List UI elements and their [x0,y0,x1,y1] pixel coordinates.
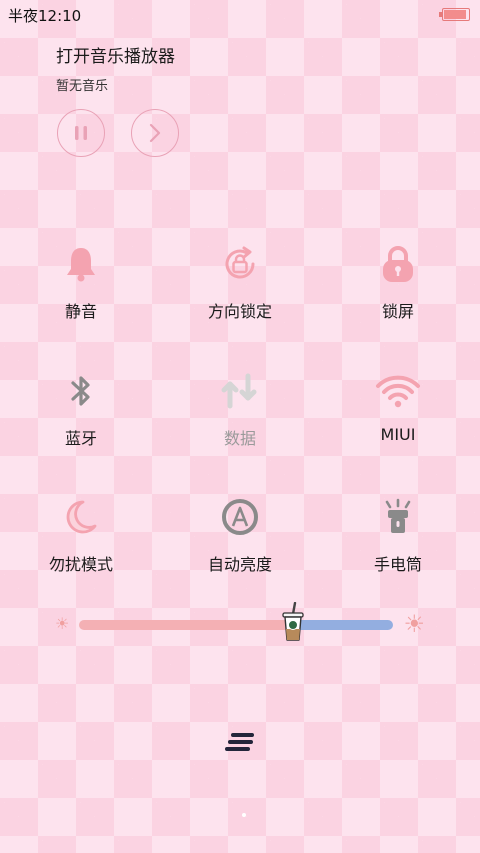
toggle-auto-brightness[interactable]: 自动亮度 [180,497,300,575]
brightness-track-empty [292,620,393,630]
wifi-icon [338,371,458,411]
bluetooth-icon [21,371,141,411]
data-icon [180,371,300,411]
brightness-track-filled [79,620,293,630]
music-title: 打开音乐播放器 [56,47,175,67]
flashlight-icon [338,497,458,537]
menu-icon[interactable] [224,732,256,754]
brightness-low-icon: ☀ [55,614,70,633]
moon-icon [21,497,141,537]
toggle-lock-screen-label: 锁屏 [381,302,414,321]
toggle-data-label: 数据 [223,429,256,448]
slider-thumb-cup-icon[interactable] [280,601,306,642]
battery-icon [439,8,470,21]
toggle-flashlight-label: 手电筒 [373,555,422,574]
status-bar: 半夜12:10 [0,0,480,28]
toggle-bluetooth[interactable]: 蓝牙 [21,371,141,449]
toggle-rotation-lock-label: 方向锁定 [207,302,272,321]
bell-icon [21,244,141,284]
brightness-slider[interactable]: ☀ ☀ [55,601,425,644]
music-subtitle: 暂无音乐 [56,79,109,94]
page-indicator-dot [242,813,246,817]
next-button[interactable] [131,109,179,157]
pause-button[interactable] [57,109,105,157]
toggle-data[interactable]: 数据 [180,371,300,449]
lock-icon [338,244,458,284]
status-time: 半夜12:10 [8,7,82,25]
toggle-silent[interactable]: 静音 [21,244,141,322]
brightness-high-icon: ☀ [403,610,425,638]
auto-brightness-icon [180,497,300,537]
toggle-silent-label: 静音 [64,302,97,321]
music-widget[interactable]: 打开音乐播放器 暂无音乐 [56,42,436,94]
toggle-bluetooth-label: 蓝牙 [64,429,97,448]
rotation-lock-icon [180,244,300,284]
chevron-right-icon [149,123,161,143]
pause-icon [75,126,87,140]
toggle-wifi[interactable]: MIUI [338,371,458,444]
toggle-do-not-disturb[interactable]: 勿扰模式 [21,497,141,575]
toggle-do-not-disturb-label: 勿扰模式 [48,555,113,574]
toggle-lock-screen[interactable]: 锁屏 [338,244,458,322]
toggle-rotation-lock[interactable]: 方向锁定 [180,244,300,322]
toggle-auto-brightness-label: 自动亮度 [207,555,272,574]
toggle-flashlight[interactable]: 手电筒 [338,497,458,575]
toggle-wifi-label: MIUI [380,425,416,444]
